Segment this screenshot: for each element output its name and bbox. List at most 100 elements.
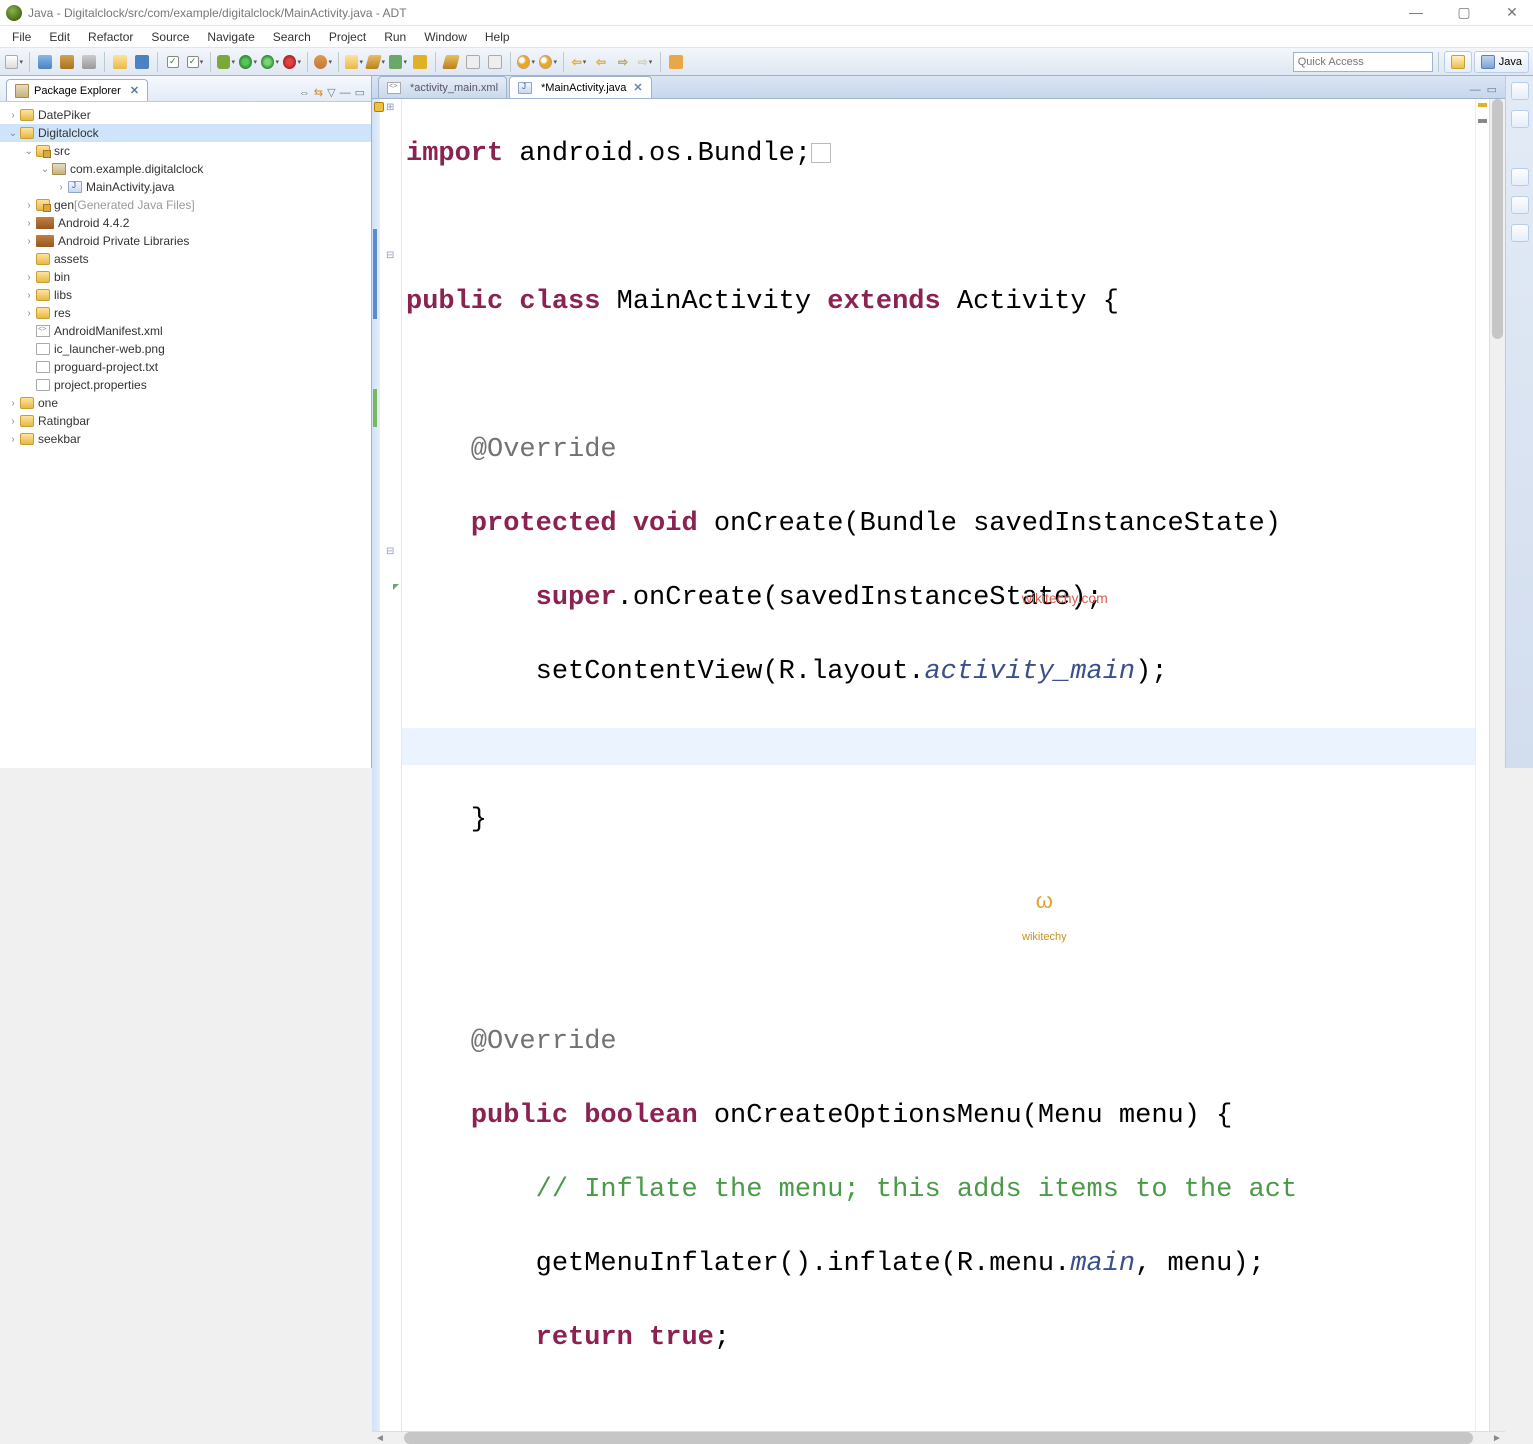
menu-edit[interactable]: Edit (41, 28, 78, 46)
open-perspective-button[interactable] (1444, 51, 1472, 73)
problems-view-button[interactable] (1511, 168, 1529, 186)
tree-launcher-png[interactable]: ic_launcher-web.png (0, 340, 371, 358)
open-type-button[interactable] (410, 52, 430, 72)
hscrollbar-thumb[interactable] (404, 1432, 1473, 1444)
fold-method1-icon[interactable]: ⊟ (386, 250, 394, 261)
app-icon (6, 5, 22, 21)
package-explorer-tab[interactable]: Package Explorer ✕ (6, 79, 148, 101)
menu-window[interactable]: Window (416, 28, 475, 46)
tree-package[interactable]: ⌄com.example.digitalclock (0, 160, 371, 178)
nav-back-button[interactable]: ⇦ (569, 52, 589, 72)
close-icon[interactable]: ✕ (130, 84, 139, 97)
collapse-all-button[interactable]: ⇔ (299, 87, 310, 99)
scrollbar-thumb[interactable] (1492, 99, 1503, 339)
tree-res[interactable]: ›res (0, 304, 371, 322)
close-button[interactable]: ✕ (1497, 4, 1527, 21)
view-menu-button[interactable]: ▽ (327, 86, 335, 99)
warning-marker[interactable] (374, 102, 384, 112)
annotation-prev-button[interactable] (516, 52, 536, 72)
overview-ruler[interactable] (1475, 99, 1489, 1431)
tree-project-one[interactable]: ›one (0, 394, 371, 412)
editor-tab-mainactivity[interactable]: *MainActivity.java ✕ (509, 76, 652, 98)
tree-android-private[interactable]: ›Android Private Libraries (0, 232, 371, 250)
tree-project-properties[interactable]: project.properties (0, 376, 371, 394)
perspective-java[interactable]: Java (1474, 51, 1529, 73)
tree-mainactivity[interactable]: ›MainActivity.java (0, 178, 371, 196)
lint-button[interactable] (163, 52, 183, 72)
tree-project-ratingbar[interactable]: ›Ratingbar (0, 412, 371, 430)
build-button[interactable] (313, 52, 333, 72)
lint-dropdown[interactable] (185, 52, 205, 72)
save-button[interactable] (35, 52, 55, 72)
minimize-view-button[interactable]: — (340, 87, 351, 99)
menu-refactor[interactable]: Refactor (80, 28, 141, 46)
tree-src[interactable]: ⌄src (0, 142, 371, 160)
print-button[interactable] (79, 52, 99, 72)
menu-run[interactable]: Run (376, 28, 414, 46)
scroll-left-icon[interactable]: ◄ (372, 1433, 388, 1444)
maximize-button[interactable]: ▢ (1449, 4, 1479, 21)
scroll-right-icon[interactable]: ► (1489, 1433, 1505, 1444)
tree-project-seekbar[interactable]: ›seekbar (0, 430, 371, 448)
fold-method2-icon[interactable]: ⊟ (386, 546, 394, 557)
run-last-button[interactable] (260, 52, 280, 72)
debug-button[interactable] (216, 52, 236, 72)
editor-minimize-button[interactable]: — (1470, 84, 1481, 96)
collapsed-indicator (811, 143, 831, 163)
override-marker[interactable] (393, 584, 399, 590)
vertical-scrollbar[interactable] (1489, 99, 1505, 1431)
menu-file[interactable]: File (4, 28, 39, 46)
quick-access-input[interactable] (1293, 52, 1433, 72)
tree-proguard[interactable]: proguard-project.txt (0, 358, 371, 376)
editor-tab-activity-main[interactable]: *activity_main.xml (378, 76, 507, 98)
new-button[interactable] (4, 52, 24, 72)
run-button[interactable] (238, 52, 258, 72)
nav-fwd2-button[interactable]: ⇨ (635, 52, 655, 72)
external-tools-button[interactable] (282, 52, 302, 72)
tree-gen[interactable]: ›gen [Generated Java Files] (0, 196, 371, 214)
save-all-button[interactable] (57, 52, 77, 72)
minimize-button[interactable]: — (1401, 4, 1431, 21)
toggle-whitespace-button[interactable] (485, 52, 505, 72)
project-tree[interactable]: ›DatePiker ⌄Digitalclock ⌄src ⌄com.examp… (0, 102, 371, 768)
toggle-mark-button[interactable] (441, 52, 461, 72)
tab-close-icon[interactable]: ✕ (633, 81, 642, 94)
tree-manifest[interactable]: AndroidManifest.xml (0, 322, 371, 340)
link-editor-button[interactable]: ⇆ (314, 86, 323, 99)
pin-editor-button[interactable] (666, 52, 686, 72)
tree-bin[interactable]: ›bin (0, 268, 371, 286)
maximize-view-button[interactable]: ▭ (355, 86, 365, 99)
new-package-button[interactable] (344, 52, 364, 72)
editor-maximize-button[interactable]: ▭ (1487, 83, 1497, 96)
horizontal-scrollbar[interactable]: ◄ ► (372, 1431, 1505, 1444)
title-bar: Java - Digitalclock/src/com/example/digi… (0, 0, 1533, 26)
package-explorer-pane: Package Explorer ✕ ⇔ ⇆ ▽ — ▭ ›DatePiker … (0, 76, 372, 768)
toggle-block-button[interactable] (463, 52, 483, 72)
change-marker (373, 229, 377, 319)
tree-project-datepiker[interactable]: ›DatePiker (0, 106, 371, 124)
sdk-manager-button[interactable] (110, 52, 130, 72)
tree-android-sdk[interactable]: ›Android 4.4.2 (0, 214, 371, 232)
menu-navigate[interactable]: Navigate (199, 28, 262, 46)
tree-project-digitalclock[interactable]: ⌄Digitalclock (0, 124, 371, 142)
code-area[interactable]: import android.os.Bundle; public class M… (402, 99, 1475, 1431)
nav-back2-button[interactable]: ⇦ (591, 52, 611, 72)
new-class-button[interactable] (366, 52, 386, 72)
main-toolbar: ⇦ ⇦ ⇨ ⇨ Java (0, 48, 1533, 76)
tree-libs[interactable]: ›libs (0, 286, 371, 304)
tree-assets[interactable]: assets (0, 250, 371, 268)
menu-search[interactable]: Search (265, 28, 319, 46)
avd-manager-button[interactable] (132, 52, 152, 72)
new-interface-button[interactable] (388, 52, 408, 72)
editor-gutter[interactable]: ⊞ ⊟ ⊟ (372, 99, 402, 1431)
menu-source[interactable]: Source (143, 28, 197, 46)
declaration-view-button[interactable] (1511, 224, 1529, 242)
nav-fwd-button[interactable]: ⇨ (613, 52, 633, 72)
menu-help[interactable]: Help (477, 28, 518, 46)
menu-project[interactable]: Project (321, 28, 374, 46)
annotation-next-button[interactable] (538, 52, 558, 72)
fold-import-icon[interactable]: ⊞ (386, 102, 394, 113)
javadoc-view-button[interactable] (1511, 196, 1529, 214)
task-list-button[interactable] (1511, 110, 1529, 128)
outline-view-button[interactable] (1511, 82, 1529, 100)
